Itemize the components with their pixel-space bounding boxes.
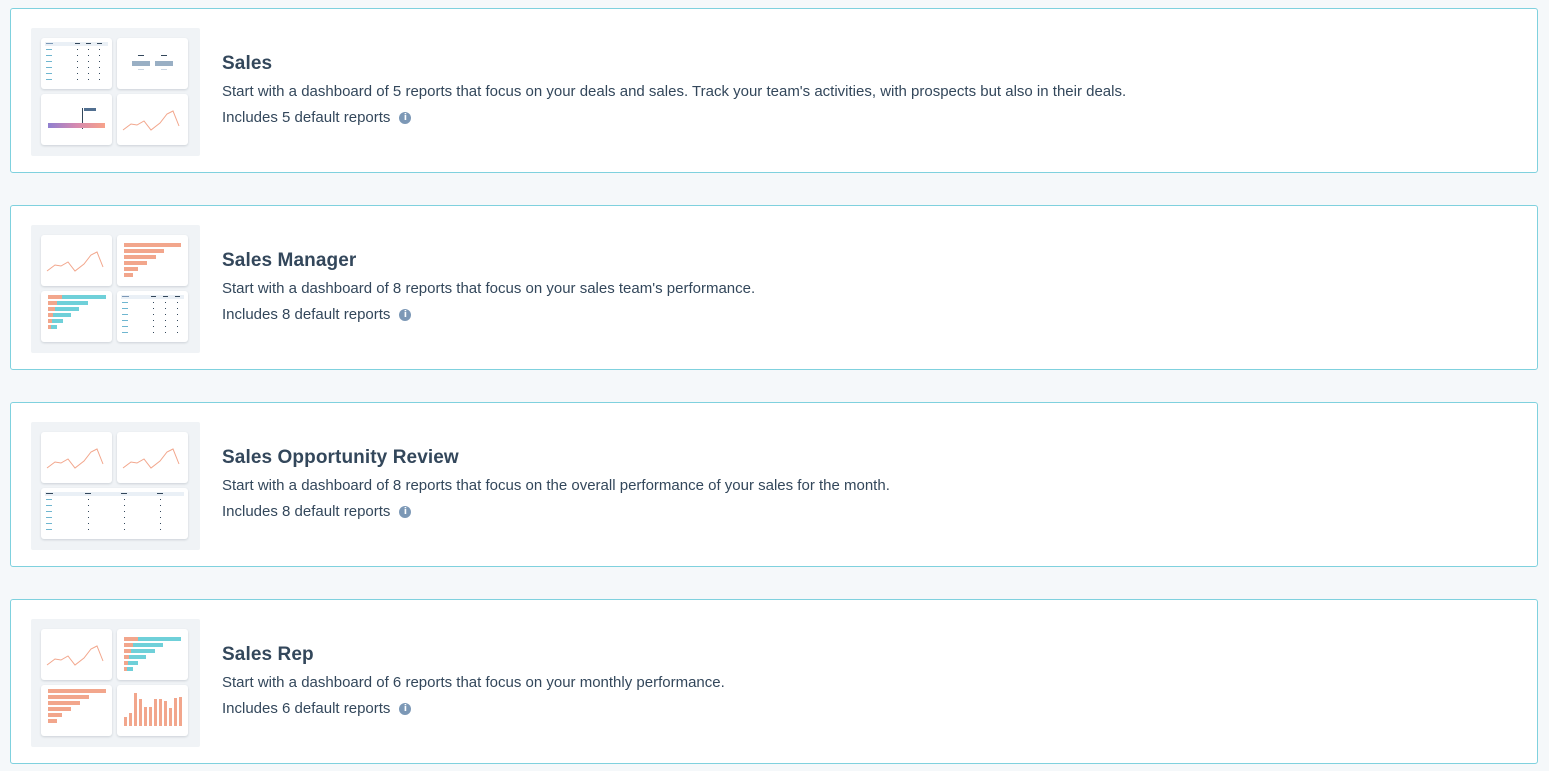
template-includes: Includes 8 default reports i	[222, 305, 755, 325]
info-icon[interactable]: i	[399, 703, 412, 715]
template-title[interactable]: Sales Rep	[222, 643, 725, 667]
line-chart-preview	[41, 629, 112, 680]
template-title[interactable]: Sales	[222, 52, 1126, 76]
split-bar-preview	[117, 629, 188, 680]
horizontal-bar-preview	[41, 685, 112, 736]
split-bar-preview	[41, 291, 112, 342]
template-description: Start with a dashboard of 8 reports that…	[222, 280, 756, 297]
template-description: Start with a dashboard of 6 reports that…	[222, 674, 725, 691]
template-includes: Includes 5 default reports i	[222, 108, 1126, 128]
includes-label: Includes 8 default reports	[222, 503, 391, 520]
includes-label: Includes 6 default reports	[222, 700, 391, 717]
line-chart-preview	[117, 432, 188, 483]
line-chart-preview	[41, 432, 112, 483]
horizontal-bar-preview	[117, 235, 188, 286]
template-title[interactable]: Sales Manager	[222, 249, 755, 273]
dashboard-template-card-sales-rep[interactable]: Sales Rep Start with a dashboard of 6 re…	[10, 599, 1538, 764]
template-title[interactable]: Sales Opportunity Review	[222, 446, 890, 470]
dashboard-template-card-sales[interactable]: Sales Start with a dashboard of 5 report…	[10, 8, 1538, 173]
table-preview	[117, 291, 188, 342]
table-preview	[41, 38, 112, 89]
template-description: Start with a dashboard of 8 reports that…	[222, 477, 890, 494]
line-chart-preview	[117, 94, 188, 145]
info-icon[interactable]: i	[399, 112, 412, 124]
dashboard-preview-thumbnail	[31, 225, 200, 353]
dashboard-preview-thumbnail	[31, 28, 200, 156]
template-includes: Includes 8 default reports i	[222, 502, 890, 522]
wide-table-preview	[41, 488, 188, 539]
info-icon[interactable]: i	[399, 506, 412, 518]
template-includes: Includes 6 default reports i	[222, 699, 725, 719]
line-chart-preview	[41, 235, 112, 286]
boxes-preview	[117, 38, 188, 89]
dashboard-template-card-sales-manager[interactable]: Sales Manager Start with a dashboard of …	[10, 205, 1538, 370]
vertical-bar-preview	[117, 685, 188, 736]
includes-label: Includes 8 default reports	[222, 306, 391, 323]
template-description: Start with a dashboard of 5 reports that…	[222, 83, 1127, 100]
includes-label: Includes 5 default reports	[222, 109, 391, 126]
dashboard-preview-thumbnail	[31, 422, 200, 550]
dashboard-preview-thumbnail	[31, 619, 200, 747]
info-icon[interactable]: i	[399, 309, 412, 321]
dashboard-template-card-sales-opportunity-review[interactable]: Sales Opportunity Review Start with a da…	[10, 402, 1538, 567]
heatbar-preview	[41, 94, 112, 145]
